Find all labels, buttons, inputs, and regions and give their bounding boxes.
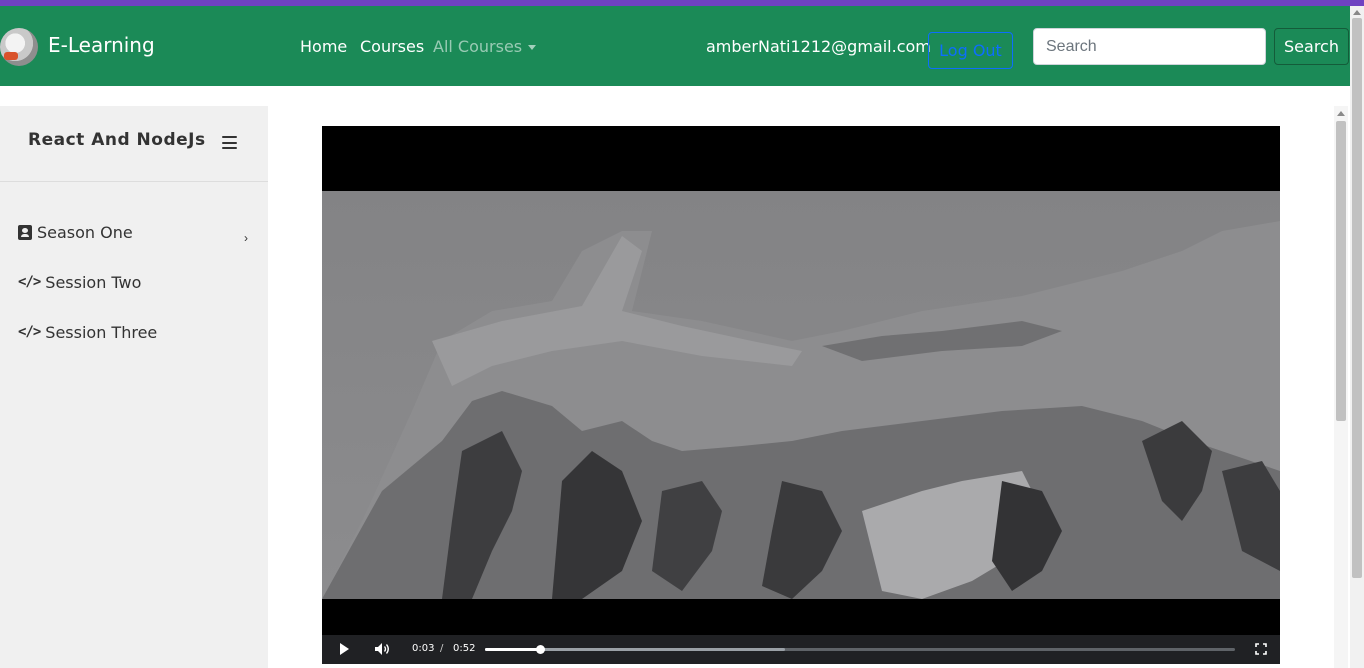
sidebar-item-season-one[interactable]: Season One	[18, 220, 133, 244]
sidebar-item-session-two[interactable]: </> Session Two	[18, 270, 141, 294]
mountain-scene-image	[322, 191, 1280, 599]
sidebar-header: React And NodeJs	[0, 106, 268, 182]
code-icon: </>	[18, 274, 41, 290]
hamburger-menu-icon[interactable]	[222, 136, 237, 149]
nav-courses-link[interactable]: Courses	[360, 37, 424, 56]
video-frame	[322, 191, 1280, 599]
course-title: React And NodeJs	[28, 130, 206, 150]
logout-button[interactable]: Log Out	[928, 32, 1013, 69]
current-time: 0:03	[412, 643, 435, 654]
seek-handle[interactable]	[535, 645, 545, 654]
played-range	[485, 648, 540, 651]
user-email: amberNati1212@gmail.com	[706, 37, 931, 56]
seek-bar[interactable]	[485, 645, 1235, 654]
search-input[interactable]	[1033, 28, 1266, 65]
time-separator: /	[440, 643, 444, 654]
scroll-up-arrow-icon[interactable]	[1337, 111, 1345, 116]
sidebar-item-label: Session Three	[45, 322, 158, 342]
nav-home-link[interactable]: Home	[300, 37, 347, 56]
content-scrollbar[interactable]	[1334, 106, 1348, 668]
course-sidebar: React And NodeJs Season One › </> Sessio…	[0, 106, 268, 668]
nav-all-courses-dropdown[interactable]: All Courses	[433, 37, 537, 56]
sidebar-item-session-three[interactable]: </> Session Three	[18, 320, 157, 344]
window-scrollbar[interactable]	[1350, 6, 1364, 668]
video-player[interactable]: 0:03 / 0:52	[322, 126, 1280, 664]
code-icon: </>	[18, 324, 41, 340]
nav-all-courses-label: All Courses	[433, 37, 523, 56]
brand-name[interactable]: E-Learning	[48, 33, 155, 57]
volume-icon[interactable]	[374, 642, 390, 656]
play-icon[interactable]	[340, 643, 349, 655]
scroll-thumb[interactable]	[1336, 121, 1346, 421]
fullscreen-icon[interactable]	[1255, 643, 1267, 655]
scroll-thumb[interactable]	[1352, 18, 1362, 578]
chevron-right-icon[interactable]: ›	[244, 231, 248, 245]
caret-down-icon	[528, 45, 537, 50]
navbar: E-Learning Home Courses All Courses ambe…	[0, 6, 1364, 86]
video-controls: 0:03 / 0:52	[322, 635, 1280, 664]
search-button[interactable]: Search	[1274, 28, 1349, 65]
contact-book-icon	[18, 224, 32, 240]
brand-logo[interactable]	[0, 28, 38, 66]
scroll-up-arrow-icon[interactable]	[1353, 10, 1361, 15]
sidebar-item-label: Session Two	[45, 272, 142, 292]
sidebar-item-label: Season One	[37, 222, 133, 242]
duration: 0:52	[453, 643, 476, 654]
